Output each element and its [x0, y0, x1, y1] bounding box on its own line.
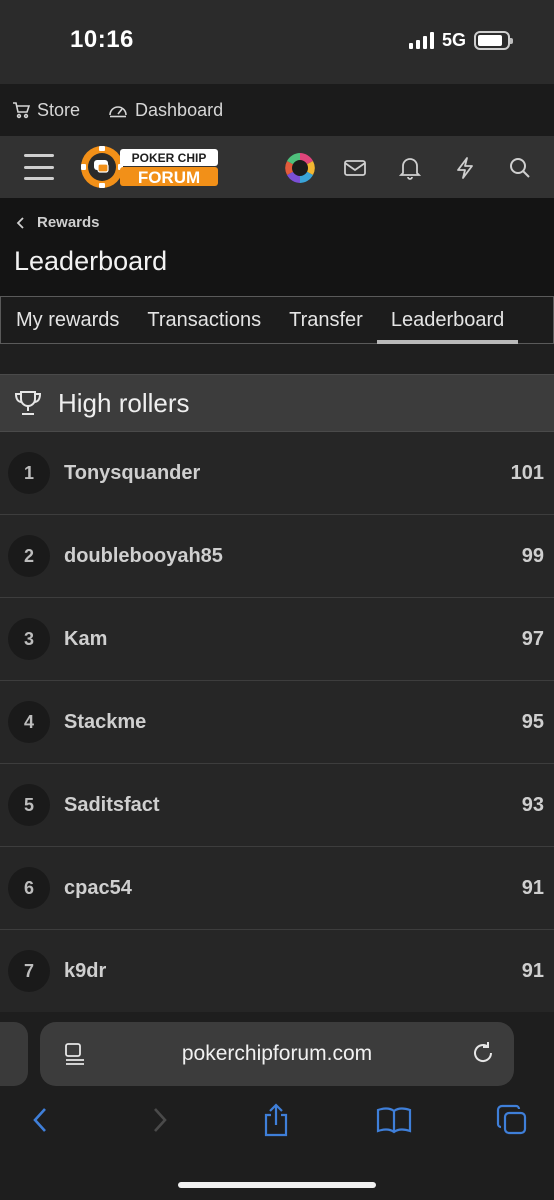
- cart-icon: [13, 102, 30, 119]
- whats-new-bolt-icon[interactable]: [451, 154, 479, 182]
- forward-chevron-icon[interactable]: [142, 1102, 178, 1138]
- previous-tab-preview[interactable]: [0, 1022, 28, 1086]
- points: 93: [521, 793, 544, 816]
- battery-icon: [474, 31, 513, 50]
- dashboard-gauge-icon: [109, 106, 127, 118]
- reload-icon[interactable]: [470, 1040, 496, 1066]
- tab-my-rewards[interactable]: My rewards: [1, 297, 133, 343]
- page-header: Rewards Leaderboard: [0, 198, 554, 296]
- leaderboard-list: 1 Tonysquander 101 2 doublebooyah85 99 3…: [0, 432, 554, 1013]
- inbox-icon[interactable]: [341, 154, 369, 182]
- network-type: 5G: [441, 30, 466, 50]
- top-links-bar: Store Dashboard: [0, 84, 554, 136]
- logo-text-top: POKER CHIP: [132, 151, 207, 165]
- home-indicator: [178, 1182, 376, 1188]
- username[interactable]: doublebooyah85: [64, 545, 522, 568]
- bookmarks-book-icon[interactable]: [376, 1102, 412, 1138]
- chevron-left-icon: [16, 216, 24, 229]
- tabs-overview-icon[interactable]: [494, 1102, 530, 1138]
- block-title: High rollers: [58, 387, 190, 418]
- browser-bottom-bar: pokerchipforum.com: [0, 1012, 554, 1200]
- username[interactable]: k9dr: [64, 960, 522, 983]
- browser-toolbar: [0, 1102, 554, 1142]
- leaderboard-row[interactable]: 2 doublebooyah85 99: [0, 515, 554, 598]
- leaderboard-row[interactable]: 7 k9dr 91: [0, 930, 554, 1013]
- tab-leaderboard[interactable]: Leaderboard: [376, 297, 519, 344]
- username[interactable]: Kam: [64, 628, 522, 651]
- store-link-label: Store: [37, 99, 81, 120]
- rank-badge: 2: [8, 535, 50, 577]
- store-link[interactable]: Store: [12, 100, 80, 121]
- leaderboard-row[interactable]: 3 Kam 97: [0, 598, 554, 681]
- leaderboard-row[interactable]: 5 Saditsfact 93: [0, 764, 554, 847]
- spacer: [0, 344, 554, 374]
- points: 101: [510, 461, 544, 484]
- page-title: Leaderboard: [14, 246, 168, 276]
- alerts-bell-icon[interactable]: [396, 154, 424, 182]
- username[interactable]: Tonysquander: [64, 462, 511, 485]
- leaderboard-row[interactable]: 4 Stackme 95: [0, 681, 554, 764]
- username[interactable]: Saditsfact: [64, 794, 522, 817]
- user-avatar[interactable]: [284, 152, 316, 184]
- status-bar: 10:16 5G: [0, 0, 554, 84]
- username[interactable]: cpac54: [64, 877, 522, 900]
- dashboard-link-label: Dashboard: [135, 99, 224, 120]
- points: 91: [521, 959, 544, 982]
- share-icon[interactable]: [258, 1102, 294, 1138]
- address-bar[interactable]: pokerchipforum.com: [40, 1022, 514, 1086]
- points: 91: [521, 876, 544, 899]
- search-icon[interactable]: [506, 154, 534, 182]
- rank-badge: 1: [8, 452, 50, 494]
- tab-transfer[interactable]: Transfer: [275, 297, 377, 343]
- username[interactable]: Stackme: [64, 711, 522, 734]
- status-indicators: 5G: [408, 30, 513, 51]
- breadcrumb-rewards: Rewards: [37, 214, 100, 231]
- leaderboard-row[interactable]: 1 Tonysquander 101: [0, 432, 554, 515]
- rank-badge: 5: [8, 784, 50, 826]
- points: 99: [521, 544, 544, 567]
- tab-transactions[interactable]: Transactions: [133, 297, 275, 343]
- trophy-icon: [14, 391, 42, 415]
- menu-hamburger-icon[interactable]: [24, 154, 54, 180]
- rewards-tabs: My rewards Transactions Transfer Leaderb…: [0, 296, 554, 344]
- dashboard-link[interactable]: Dashboard: [108, 100, 223, 121]
- cellular-signal-icon: [408, 32, 434, 49]
- rank-badge: 3: [8, 618, 50, 660]
- poker-chip-forum-logo[interactable]: POKER CHIP FORUM: [80, 144, 220, 190]
- high-rollers-header: High rollers: [0, 374, 554, 432]
- rank-badge: 7: [8, 950, 50, 992]
- points: 97: [521, 627, 544, 650]
- rank-badge: 6: [8, 867, 50, 909]
- rank-badge: 4: [8, 701, 50, 743]
- logo-text-bottom: FORUM: [138, 168, 200, 187]
- url-text: pokerchipforum.com: [181, 1042, 373, 1065]
- leaderboard-row[interactable]: 6 cpac54 91: [0, 847, 554, 930]
- breadcrumb[interactable]: Rewards: [16, 214, 100, 231]
- back-chevron-icon[interactable]: [22, 1102, 58, 1138]
- status-time: 10:16: [70, 26, 134, 53]
- points: 95: [521, 710, 544, 733]
